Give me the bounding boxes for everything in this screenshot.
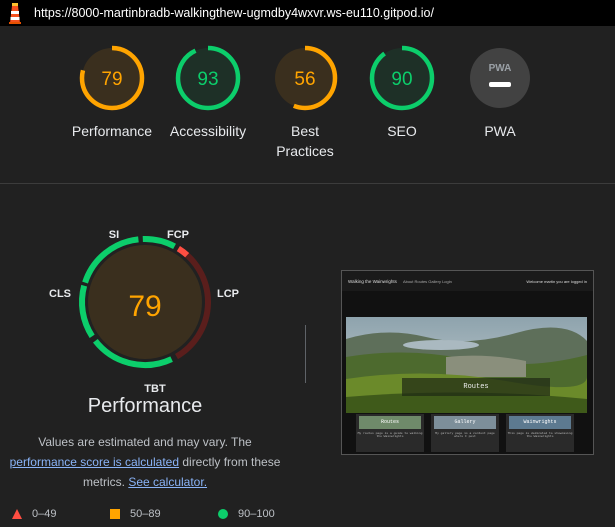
thumb-card-desc: My routes page is a guide to walking the…	[357, 432, 423, 438]
description-metrics-text: metrics.	[82, 475, 129, 489]
gauge-pwa[interactable]: PWA PWA	[440, 44, 560, 141]
thumb-nav-links: About Routes Gallery Login	[402, 278, 452, 284]
lighthouse-logo-icon	[9, 3, 21, 24]
pwa-dash-icon	[489, 82, 511, 87]
legend-item-triangle: 0–49	[12, 508, 56, 520]
thumb-card-title: Gallery	[434, 416, 496, 429]
performance-title: Performance	[87, 395, 203, 417]
legend-item-circle: 90–100	[218, 508, 275, 520]
metric-arc-lcp	[176, 246, 190, 258]
gauge-score: 90	[391, 69, 412, 90]
performance-metrics-gauge: 79 SI FCP LCP TBT CLS	[49, 229, 239, 395]
score-calculated-link[interactable]: performance score is calculated	[10, 455, 179, 469]
see-calculator-link[interactable]: See calculator.	[128, 475, 207, 489]
square-icon	[110, 509, 120, 519]
gauge-score: 79	[101, 69, 122, 90]
pwa-badge-text: PWA	[489, 63, 512, 74]
metric-label-cls: CLS	[49, 288, 71, 300]
thumb-card-title: Routes	[359, 416, 421, 429]
gauge-score: 56	[294, 69, 315, 90]
gauge-ring: PWA	[470, 48, 530, 108]
gauge-ring: 90	[369, 45, 435, 111]
legend-range: 0–49	[32, 508, 57, 520]
thumb-brand: Walking the Wainwrights	[348, 278, 397, 284]
gauge-score: 93	[197, 69, 218, 90]
thumb-hero-title: Routes	[402, 378, 550, 396]
metric-label-lcp: LCP	[217, 288, 239, 300]
circle-icon	[218, 509, 228, 519]
vertical-separator	[305, 325, 306, 383]
thumb-nav-user: Welcome martin you are logged in	[526, 278, 587, 284]
gauge-ring: 56	[272, 45, 338, 111]
metric-label-tbt: TBT	[144, 383, 166, 395]
legend-item-square: 50–89	[110, 508, 161, 520]
gauge-ring: 93	[175, 45, 241, 111]
final-screenshot-thumbnail[interactable]: Walking the Wainwrights About Routes Gal…	[341, 270, 594, 455]
metric-label-fcp: FCP	[167, 229, 189, 241]
thumb-card-title: Wainwrights	[509, 416, 571, 429]
performance-big-score: 79	[128, 290, 161, 323]
thumb-card: Wainwrights This page is dedicated to sho…	[506, 414, 574, 452]
thumb-navbar: Walking the Wainwrights About Routes Gal…	[342, 271, 593, 291]
description-line-1: Values are estimated and may vary. The	[38, 435, 252, 449]
thumb-card-desc: This page is dedicated to showcasing the…	[507, 432, 573, 438]
thumb-hero-landscape-image	[346, 317, 587, 413]
section-divider	[0, 183, 615, 184]
metric-label-si: SI	[109, 229, 119, 241]
gauge-label: PWA	[484, 123, 516, 139]
description-mid: directly from these	[179, 455, 281, 469]
thumb-card-desc: My gallery page is a content page where …	[435, 432, 495, 438]
thumb-card: Gallery My gallery page is a content page…	[431, 414, 499, 452]
thumb-card: Routes My routes page is a guide to walki…	[356, 414, 424, 452]
gauge-ring: 79	[79, 45, 145, 111]
description-line-2: performance score is calculated directly…	[0, 452, 290, 472]
page-url[interactable]: https://8000-martinbradb-walkingthew-ugm…	[34, 6, 434, 20]
legend-range: 90–100	[238, 508, 275, 520]
browser-address-bar: https://8000-martinbradb-walkingthew-ugm…	[0, 0, 615, 26]
score-description: Values are estimated and may vary. The p…	[0, 432, 290, 492]
triangle-icon	[12, 509, 22, 519]
legend-range: 50–89	[130, 508, 161, 520]
description-line-3: metrics. See calculator.	[0, 472, 290, 492]
score-legend: 0–49 50–89 90–100	[0, 508, 615, 526]
category-gauges: 79 Performance 93 Accessibility 56 Best Practi…	[0, 44, 615, 174]
